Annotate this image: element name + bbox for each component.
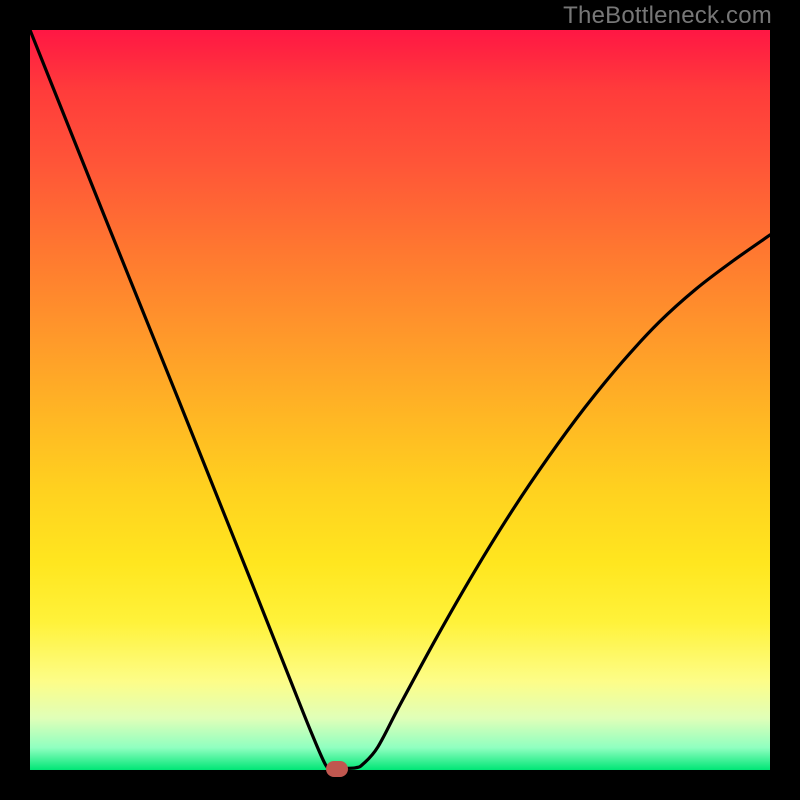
plot-area (30, 30, 770, 770)
chart-frame: TheBottleneck.com (0, 0, 800, 800)
bottleneck-curve (30, 30, 770, 770)
curve-path (30, 30, 770, 769)
minimum-marker (326, 761, 348, 777)
watermark-text: TheBottleneck.com (563, 2, 772, 30)
